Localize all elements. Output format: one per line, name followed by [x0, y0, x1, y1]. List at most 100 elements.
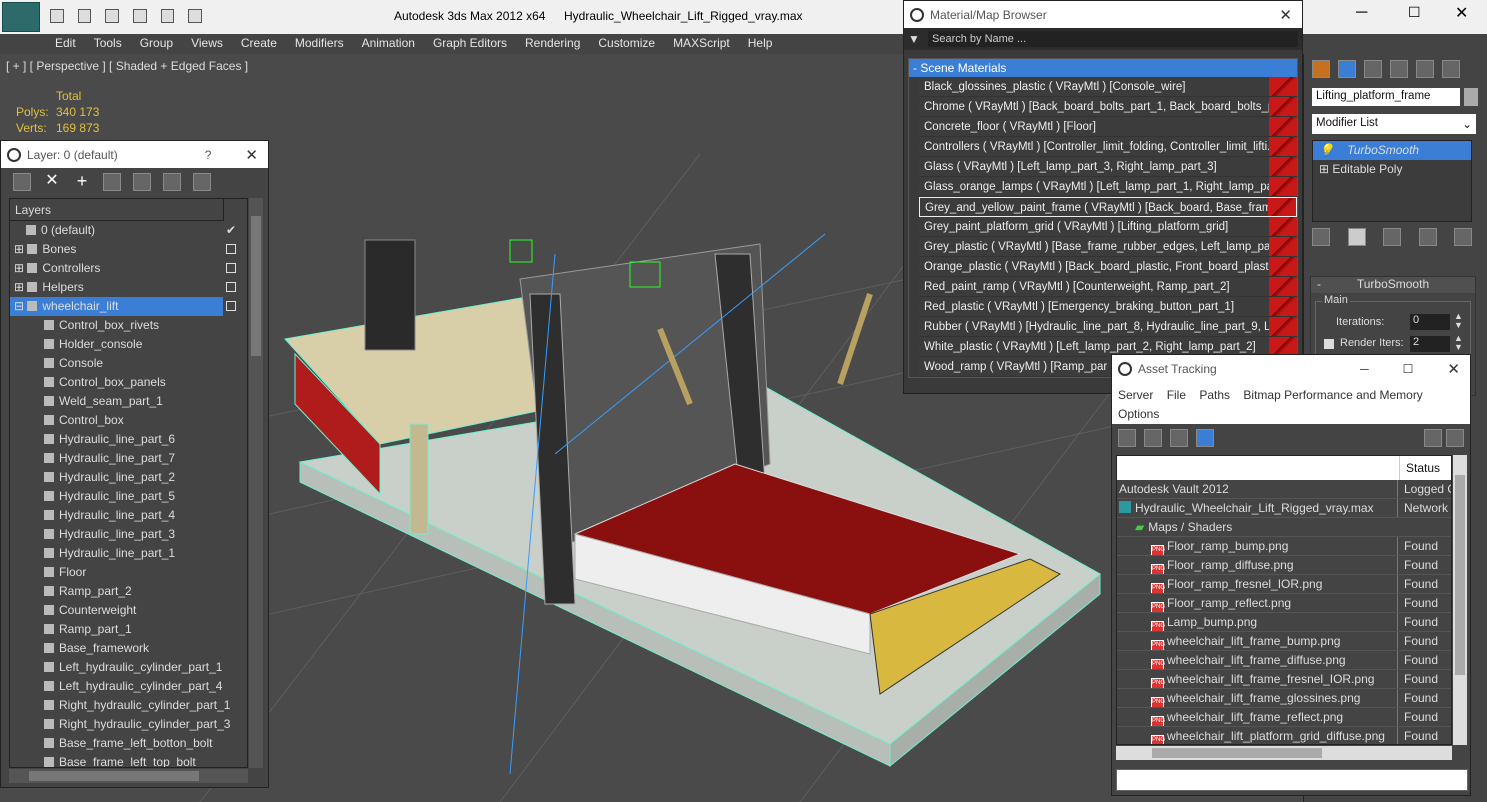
material-row[interactable]: Grey_paint_platform_grid ( VRayMtl ) [Li… — [919, 217, 1297, 237]
material-row[interactable]: Controllers ( VRayMtl ) [Controller_limi… — [919, 137, 1297, 157]
asset-path-field[interactable] — [1116, 769, 1468, 791]
maximize-icon[interactable]: ☐ — [1403, 362, 1414, 376]
layer-object-row[interactable]: Holder_console — [10, 335, 247, 354]
redo-icon[interactable] — [133, 9, 147, 23]
layer-row-wheelchair-lift[interactable]: ⊟ wheelchair_lift — [10, 297, 236, 316]
minimize-icon[interactable]: ─ — [1356, 4, 1367, 22]
object-name-field[interactable]: Lifting_platform_frame — [1312, 88, 1460, 106]
fetch-icon[interactable] — [188, 9, 203, 23]
menu-options[interactable]: Options — [1118, 407, 1159, 421]
menu-rendering[interactable]: Rendering — [516, 34, 589, 52]
motion-tab-icon[interactable] — [1390, 60, 1408, 78]
asset-row[interactable]: PNG wheelchair_lift_frame_glossines.png Fo… — [1117, 689, 1451, 708]
asset-row[interactable]: PNG wheelchair_lift_frame_fresnel_IOR.png… — [1117, 670, 1451, 689]
close-icon[interactable]: ✕ — [1447, 360, 1460, 378]
menu-edit[interactable]: Edit — [46, 34, 85, 52]
close-icon[interactable]: ✕ — [1455, 3, 1468, 23]
layer-object-row[interactable]: Left_hydraulic_cylinder_part_4 — [10, 677, 247, 696]
render-iters-spinner[interactable]: 2 — [1410, 336, 1450, 352]
hierarchy-tab-icon[interactable] — [1364, 60, 1382, 78]
create-layer-icon[interactable] — [13, 173, 31, 191]
layer-object-row[interactable]: Console — [10, 354, 247, 373]
help-icon[interactable]: ? — [205, 148, 212, 162]
scroll-thumb[interactable] — [29, 771, 199, 781]
menu-paths[interactable]: Paths — [1199, 388, 1230, 402]
menu-help[interactable]: Help — [739, 34, 782, 52]
spinner-arrows-icon[interactable]: ▲ ▼ — [1454, 334, 1463, 352]
layer-object-row[interactable]: Hydraulic_line_part_1 — [10, 544, 247, 563]
spinner-arrows-icon[interactable]: ▲ ▼ — [1454, 312, 1463, 330]
layers-column-header[interactable]: Layers — [10, 199, 224, 221]
open-icon[interactable] — [50, 9, 64, 23]
minimize-icon[interactable]: ─ — [1360, 362, 1369, 376]
help-icon[interactable] — [1446, 429, 1464, 447]
maximize-icon[interactable]: ☐ — [1408, 4, 1421, 21]
menu-modifiers[interactable]: Modifiers — [286, 34, 353, 52]
create-tab-icon[interactable] — [1312, 60, 1330, 78]
material-row[interactable]: Glass ( VRayMtl ) [Left_lamp_part_3, Rig… — [919, 157, 1297, 177]
hide-toggle[interactable] — [226, 263, 236, 273]
material-row[interactable]: Orange_plastic ( VRayMtl ) [Back_board_p… — [919, 257, 1297, 277]
layer-object-row[interactable]: Hydraulic_line_part_3 — [10, 525, 247, 544]
utilities-tab-icon[interactable] — [1442, 60, 1460, 78]
menu-group[interactable]: Group — [131, 34, 182, 52]
modify-tab-icon[interactable] — [1338, 60, 1356, 78]
add-to-layer-icon[interactable]: + — [73, 172, 91, 191]
layer-object-row[interactable]: Base_framework — [10, 639, 247, 658]
layer-object-row[interactable]: Floor — [10, 563, 247, 582]
scroll-thumb[interactable] — [1455, 475, 1465, 675]
save-icon[interactable] — [77, 9, 92, 23]
material-row[interactable]: Grey_and_yellow_paint_frame ( VRayMtl ) … — [919, 197, 1297, 217]
expand-icon[interactable]: ⊞ — [14, 242, 27, 256]
layer-hscrollbar[interactable] — [9, 769, 248, 783]
layer-object-row[interactable]: Hydraulic_line_part_5 — [10, 487, 247, 506]
layer-object-row[interactable]: Control_box — [10, 411, 247, 430]
layer-object-row[interactable]: Hydraulic_line_part_6 — [10, 430, 247, 449]
configure-sets-icon[interactable] — [1454, 228, 1472, 246]
asset-hscrollbar[interactable] — [1116, 746, 1452, 760]
material-row[interactable]: Glass_orange_lamps ( VRayMtl ) [Left_lam… — [919, 177, 1297, 197]
layer-object-row[interactable]: Hydraulic_line_part_2 — [10, 468, 247, 487]
select-objects-icon[interactable] — [103, 173, 121, 191]
material-browser-titlebar[interactable]: Material/Map Browser ✕ — [904, 1, 1302, 28]
material-row[interactable]: Rubber ( VRayMtl ) [Hydraulic_line_part_… — [919, 317, 1297, 337]
layer-row-bones[interactable]: ⊞ Bones — [10, 240, 247, 259]
menu-customize[interactable]: Customize — [589, 34, 664, 52]
layer-object-row[interactable]: Ramp_part_2 — [10, 582, 247, 601]
asset-row[interactable]: PNG Floor_ramp_bump.png Found — [1117, 537, 1451, 556]
menu-bitmap-performance[interactable]: Bitmap Performance and Memory — [1243, 388, 1422, 402]
scroll-thumb[interactable] — [251, 216, 261, 356]
layer-object-row[interactable]: Control_box_rivets — [10, 316, 247, 335]
layer-row-default[interactable]: 0 (default) ✔ — [10, 221, 247, 240]
material-row[interactable]: Concrete_floor ( VRayMtl ) [Floor] — [919, 117, 1297, 137]
asset-row[interactable]: PNG wheelchair_lift_platform_grid_diffuse… — [1117, 727, 1451, 744]
list-view-icon[interactable] — [1144, 429, 1162, 447]
table-view-icon[interactable] — [1196, 429, 1214, 447]
layer-object-row[interactable]: Counterweight — [10, 601, 247, 620]
asset-row[interactable]: Autodesk Vault 2012 Logged O — [1117, 480, 1451, 499]
freeze-all-icon[interactable] — [193, 173, 211, 191]
layer-object-row[interactable]: Control_box_panels — [10, 373, 247, 392]
menu-create[interactable]: Create — [232, 34, 286, 52]
make-unique-icon[interactable] — [1383, 228, 1401, 246]
scene-materials-header[interactable]: - Scene Materials — [909, 59, 1297, 77]
menu-server[interactable]: Server — [1118, 388, 1153, 402]
hold-icon[interactable] — [160, 9, 175, 23]
asset-vscrollbar[interactable] — [1453, 455, 1467, 745]
layer-row-controllers[interactable]: ⊞ Controllers — [10, 259, 247, 278]
material-row[interactable]: Red_plastic ( VRayMtl ) [Emergency_braki… — [919, 297, 1297, 317]
asset-row[interactable]: ▰ Maps / Shaders — [1117, 518, 1451, 537]
thumbnail-view-icon[interactable] — [1170, 429, 1188, 447]
undo-icon[interactable] — [105, 9, 120, 23]
expand-icon[interactable]: ⊞ — [14, 261, 27, 275]
collapse-icon[interactable]: ⊟ — [14, 299, 27, 313]
hide-toggle[interactable] — [226, 244, 236, 254]
asset-row[interactable]: PNG Floor_ramp_reflect.png Found — [1117, 594, 1451, 613]
menu-file[interactable]: File — [1167, 388, 1186, 402]
asset-row[interactable]: PNG Floor_ramp_diffuse.png Found — [1117, 556, 1451, 575]
modifier-list-dropdown[interactable]: Modifier List ⌄ — [1312, 114, 1476, 134]
menu-maxscript[interactable]: MAXScript — [664, 34, 739, 52]
highlight-layer-icon[interactable] — [133, 173, 151, 191]
search-input[interactable]: Search by Name ... — [928, 31, 1298, 47]
close-icon[interactable]: ✕ — [1279, 6, 1292, 24]
